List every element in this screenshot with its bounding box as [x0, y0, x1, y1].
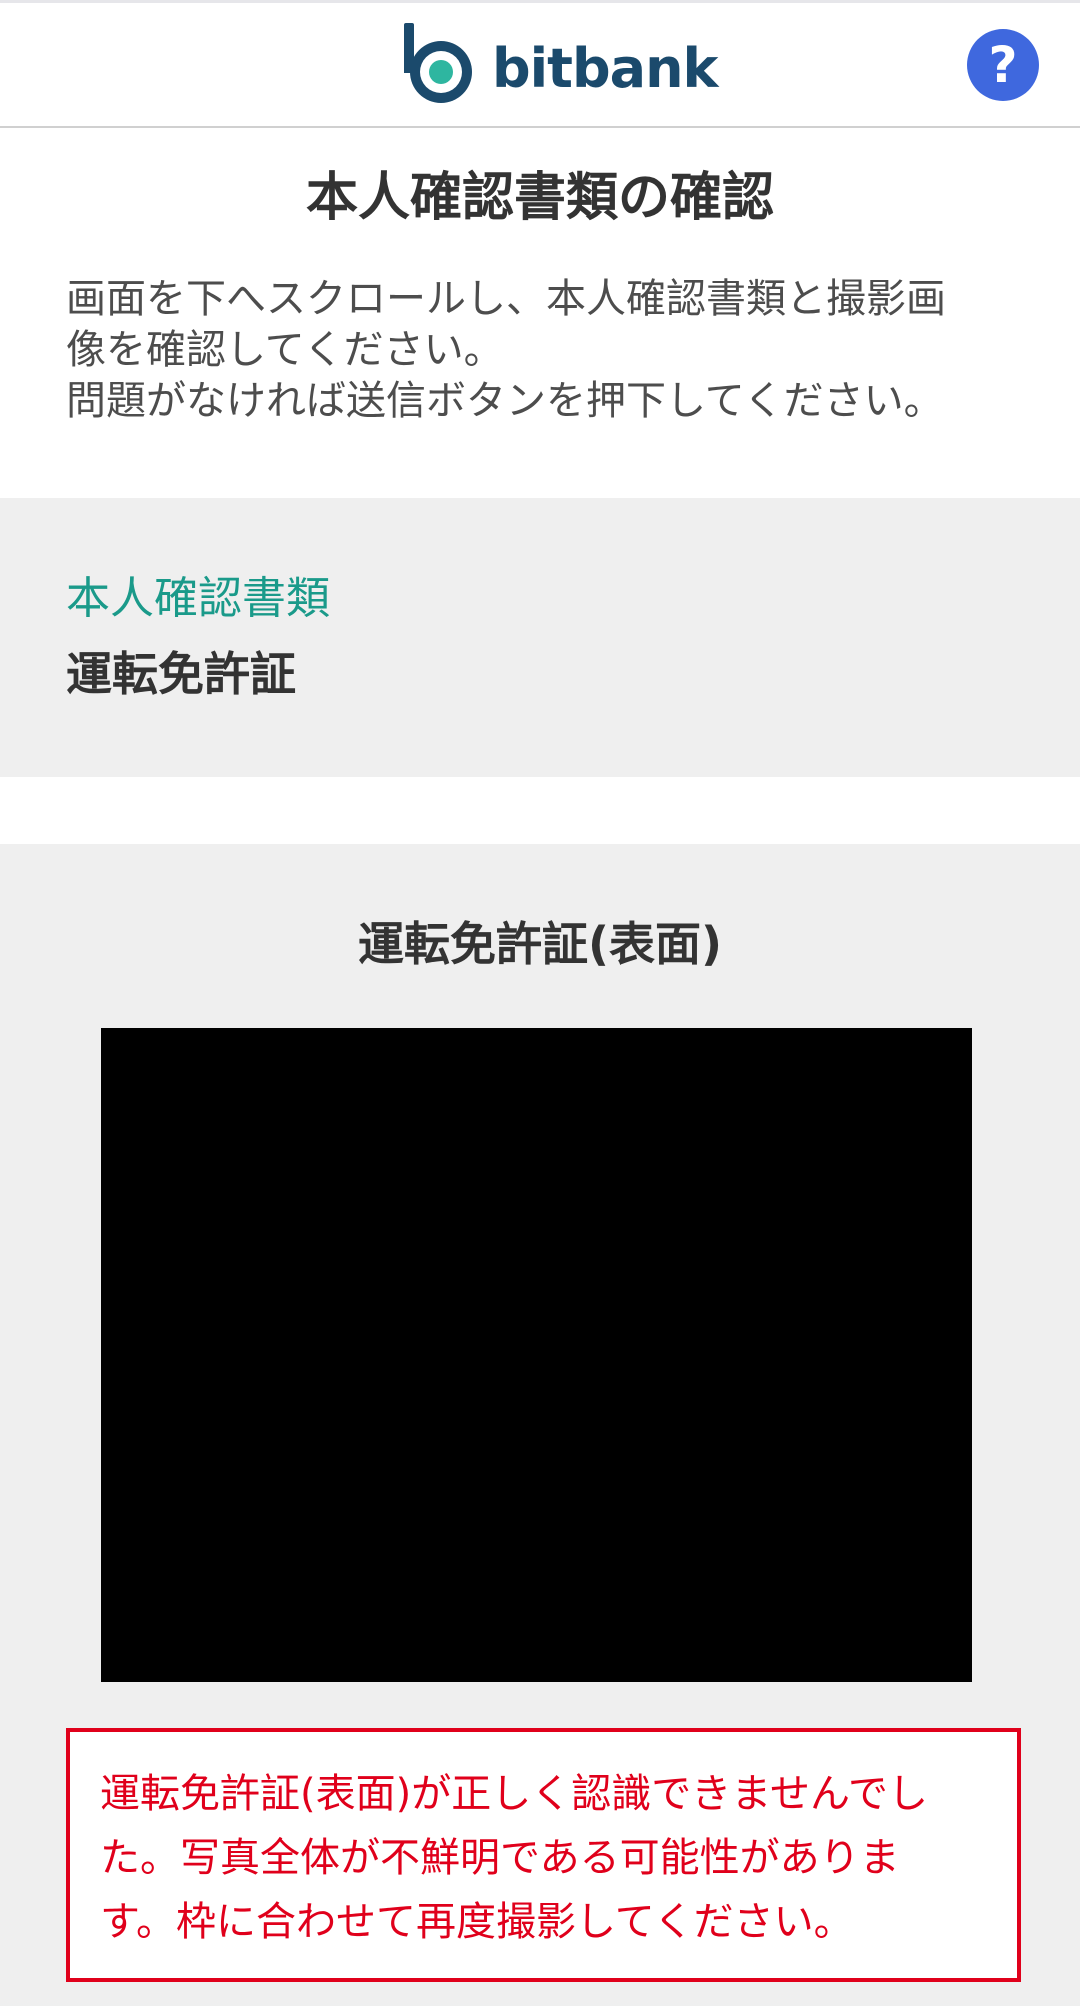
- app-header: bitbank ?: [0, 0, 1080, 128]
- instructions: 画面を下へスクロールし、本人確認書類と撮影画 像を確認してください。 問題がなけ…: [66, 274, 1026, 427]
- logo-text: bitbank: [492, 36, 718, 100]
- bitbank-logo-icon: [404, 23, 472, 103]
- error-message-box: 運転免許証(表面)が正しく認識できませんでし た。写真全体が不鮮明である可能性が…: [66, 1728, 1021, 1982]
- error-message-line: 運転免許証(表面)が正しく認識できませんでし: [100, 1771, 929, 1817]
- document-type-panel: [0, 498, 1080, 777]
- page-title: 本人確認書類の確認: [305, 168, 774, 228]
- document-type-label: 本人確認書類: [66, 573, 330, 624]
- captured-photo: [101, 1028, 972, 1682]
- instructions-line: 問題がなければ送信ボタンを押下してください。: [66, 378, 944, 424]
- error-message-line: た。写真全体が不鮮明である可能性がありま: [100, 1835, 900, 1881]
- photo-title: 運転免許証(表面): [357, 917, 723, 971]
- error-message-line: す。枠に合わせて再度撮影してください。: [100, 1899, 854, 1945]
- question-circle-icon: ?: [988, 36, 1018, 94]
- bitbank-logo: bitbank: [400, 21, 718, 109]
- help-button[interactable]: ?: [967, 29, 1039, 101]
- instructions-line: 像を確認してください。: [66, 327, 504, 373]
- document-type-value: 運転免許証: [66, 647, 296, 701]
- instructions-line: 画面を下へスクロールし、本人確認書類と撮影画: [66, 276, 946, 322]
